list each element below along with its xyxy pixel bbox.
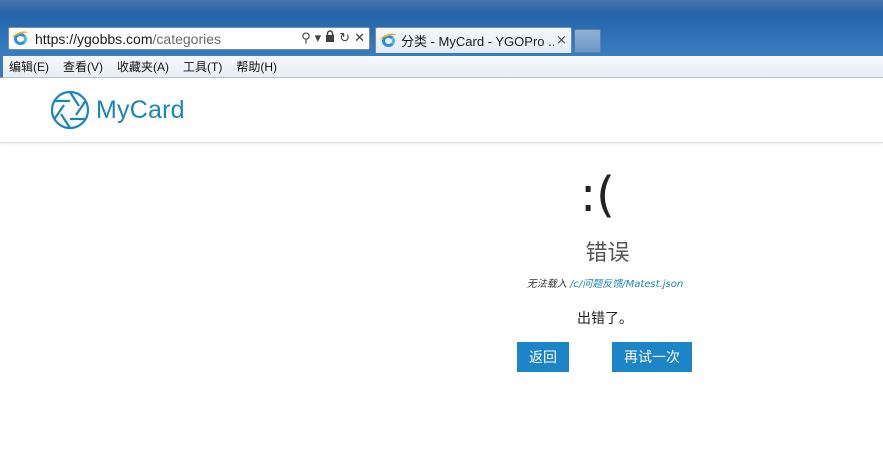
address-tools: ⚲ ▾ ↻ ✕ (301, 30, 365, 47)
address-bar[interactable]: https://ygobbs.com/categories ⚲ ▾ ↻ ✕ (8, 27, 370, 50)
browser-titlebar: https://ygobbs.com/categories ⚲ ▾ ↻ ✕ 分类… (0, 0, 883, 56)
menu-bar: 编辑(E) 查看(V) 收藏夹(A) 工具(T) 帮助(H) (0, 56, 883, 78)
error-detail-prefix: 无法载入 (526, 279, 570, 290)
site-logo[interactable]: MyCard (49, 89, 185, 131)
error-message: 出错了。 (577, 311, 633, 327)
lock-icon[interactable] (325, 30, 335, 47)
chevron-down-icon[interactable]: ▾ (315, 30, 322, 47)
site-header: MyCard (0, 79, 883, 143)
url-host: https://ygobbs.com (35, 30, 153, 47)
mycard-logo-icon (50, 90, 90, 130)
ie-logo-icon (11, 29, 30, 47)
menu-edit[interactable]: 编辑(E) (3, 58, 57, 75)
tab-title: 分类 - MyCard - YGOPro ... (401, 34, 554, 49)
menu-favorites[interactable]: 收藏夹(A) (111, 58, 177, 75)
error-face: :( (580, 167, 615, 223)
retry-button[interactable]: 再试一次 (612, 342, 692, 372)
url-path: /categories (152, 30, 221, 47)
stop-icon[interactable]: ✕ (354, 30, 365, 47)
back-button[interactable]: 返回 (517, 342, 569, 372)
menu-help[interactable]: 帮助(H) (230, 58, 285, 75)
refresh-icon[interactable]: ↻ (339, 30, 350, 47)
search-icon[interactable]: ⚲ (301, 30, 311, 47)
tab-close-icon[interactable]: × (556, 33, 567, 48)
menu-tools[interactable]: 工具(T) (177, 58, 230, 75)
error-detail-link[interactable]: /c/问题反馈/Matest.json (570, 279, 683, 290)
menu-view[interactable]: 查看(V) (57, 58, 111, 75)
address-url[interactable]: https://ygobbs.com/categories (35, 31, 221, 47)
error-detail: 无法载入 /c/问题反馈/Matest.json (470, 275, 740, 290)
ie-tab-icon (379, 31, 398, 49)
site-logo-text: MyCard (96, 95, 185, 124)
new-tab-button[interactable] (574, 29, 601, 53)
browser-tab-active[interactable]: 分类 - MyCard - YGOPro ... × (375, 27, 572, 53)
error-title: 错误 (585, 241, 630, 266)
